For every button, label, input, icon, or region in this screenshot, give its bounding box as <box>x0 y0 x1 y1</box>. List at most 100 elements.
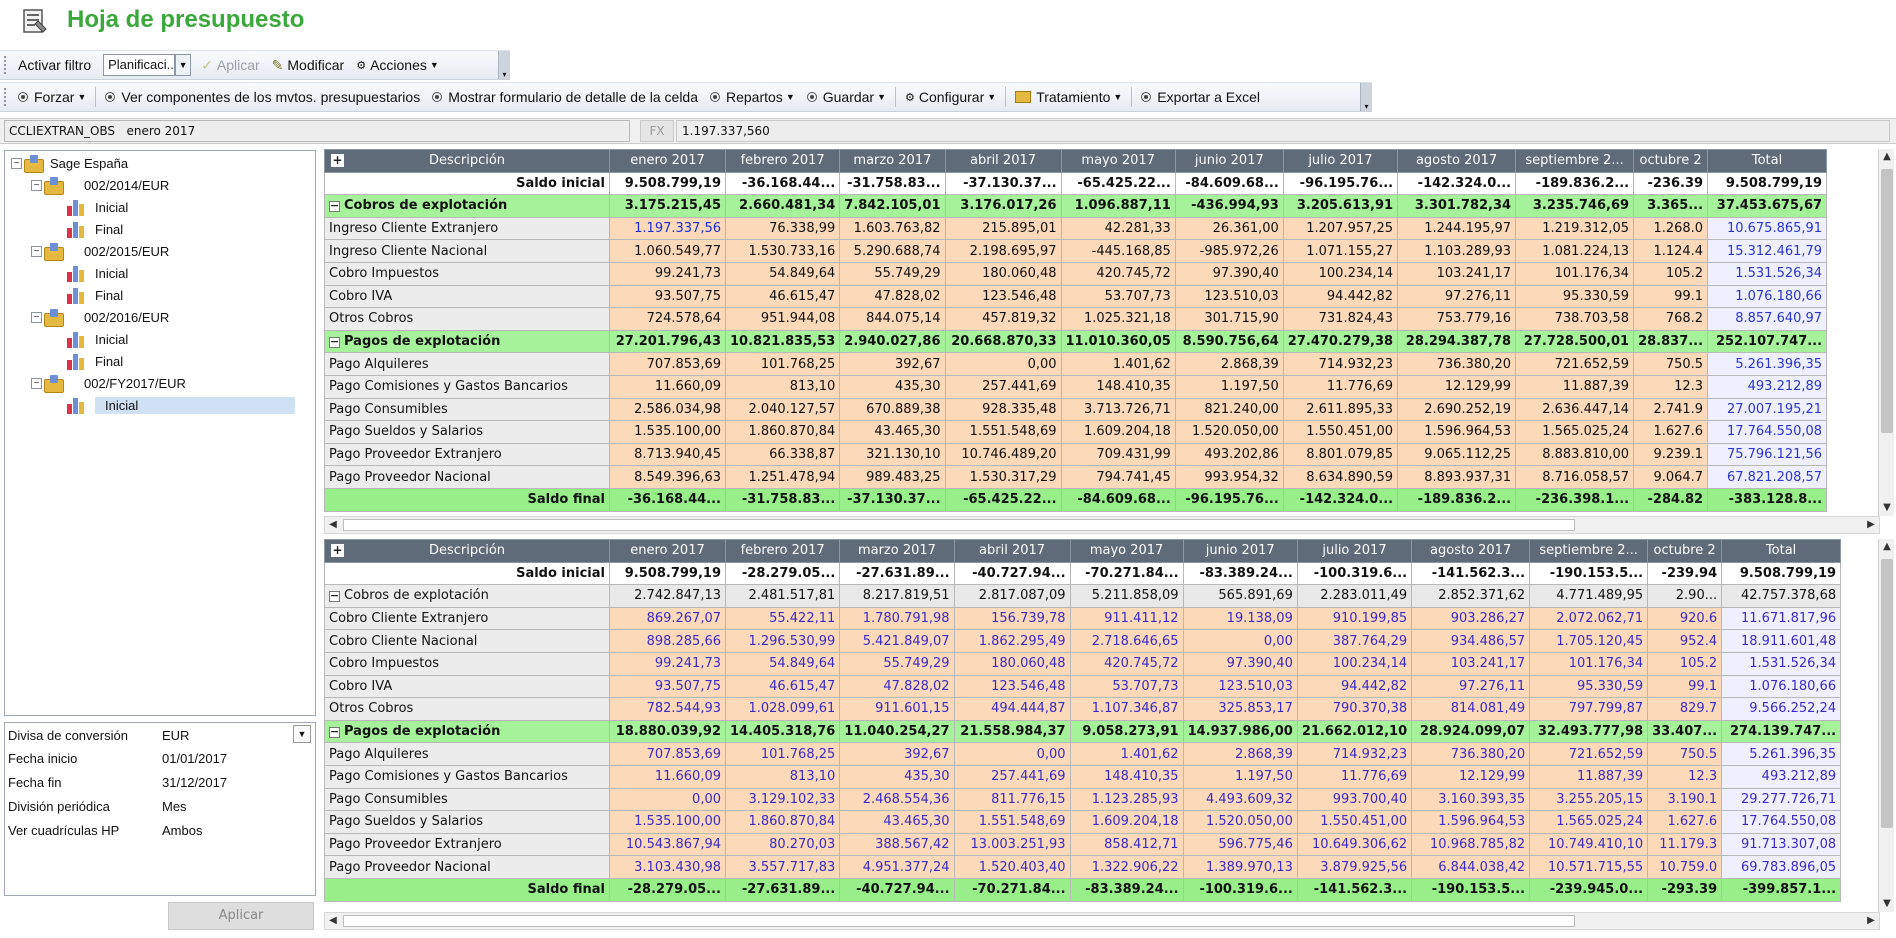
value-cell[interactable]: 105.2 <box>1633 261 1709 286</box>
value-cell[interactable]: -141.562.3... <box>1411 561 1531 586</box>
value-cell[interactable]: 989.483,25 <box>839 465 946 489</box>
value-cell[interactable]: 910.199,85 <box>1296 606 1413 631</box>
value-cell[interactable]: -189.836.2... <box>1515 171 1635 196</box>
value-cell[interactable]: 10.759.0 <box>1647 855 1723 879</box>
value-cell[interactable]: 813,10 <box>724 374 841 399</box>
row-label[interactable]: − Pagos de explotación <box>324 329 610 354</box>
collapse-icon[interactable]: − <box>31 311 42 323</box>
value-cell[interactable]: 3.103.430,98 <box>609 855 726 879</box>
value-cell[interactable]: 54.849,64 <box>724 261 841 286</box>
value-cell[interactable]: 821.240,00 <box>1174 397 1284 422</box>
horizontal-scrollbar[interactable]: ◀ ▶ <box>324 912 1880 930</box>
total-cell[interactable]: 9.508.799,19 <box>1721 561 1842 586</box>
value-cell[interactable]: 80.270,03 <box>724 832 841 857</box>
column-header-description[interactable]: + Descripción <box>324 539 610 563</box>
value-cell[interactable]: -445.168,85 <box>1060 239 1176 263</box>
value-cell[interactable]: 11.660,09 <box>609 374 726 399</box>
value-cell[interactable]: 903.286,27 <box>1411 606 1531 631</box>
fx-button[interactable]: FX <box>640 120 674 142</box>
value-cell[interactable]: 714.932,23 <box>1296 742 1413 766</box>
tree-leaf-2016-final[interactable]: Final <box>67 351 123 371</box>
total-cell[interactable]: 8.857.640,97 <box>1707 307 1828 331</box>
value-cell[interactable]: -141.562.3... <box>1296 877 1413 902</box>
value-cell[interactable]: 53.707,73 <box>1069 674 1184 699</box>
value-cell[interactable]: 829.7 <box>1647 697 1723 721</box>
value-cell[interactable]: -83.389.24... <box>1182 561 1298 586</box>
row-label[interactable]: Pago Comisiones y Gastos Bancarios <box>324 374 610 399</box>
value-cell[interactable]: 8.549.396,63 <box>609 465 726 489</box>
value-cell[interactable]: 12.3 <box>1647 764 1723 789</box>
value-cell[interactable]: 93.507,75 <box>609 674 726 699</box>
collapse-icon[interactable]: − <box>329 336 340 349</box>
column-header[interactable]: marzo 2017 <box>839 539 955 563</box>
value-cell[interactable]: 148.410,35 <box>1060 374 1176 399</box>
value-cell[interactable]: 0,00 <box>953 742 1071 766</box>
value-cell[interactable]: -985.972,26 <box>1174 239 1284 263</box>
value-cell[interactable]: -31.758.83... <box>724 487 841 512</box>
value-cell[interactable]: 180.060,48 <box>944 261 1062 286</box>
value-cell[interactable]: 388.567,42 <box>839 832 955 857</box>
value-cell[interactable]: 1.535.100,00 <box>609 420 726 444</box>
value-cell[interactable]: -239.94 <box>1647 561 1723 586</box>
value-cell[interactable]: -37.130.37... <box>944 171 1062 196</box>
value-cell[interactable]: 9.058.273,91 <box>1069 719 1184 744</box>
value-cell[interactable]: 257.441,69 <box>944 374 1062 399</box>
row-label[interactable]: − Pagos de explotación <box>324 719 610 744</box>
scroll-up-icon[interactable]: ▲ <box>1879 539 1895 555</box>
value-cell[interactable]: 1.520.050,00 <box>1182 810 1298 834</box>
value-cell[interactable]: 11.887,39 <box>1529 764 1649 789</box>
row-label[interactable]: Cobro IVA <box>324 284 610 309</box>
value-cell[interactable]: 911.411,12 <box>1069 606 1184 631</box>
value-cell[interactable]: 46.615,47 <box>724 674 841 699</box>
value-cell[interactable]: 3.365... <box>1633 194 1709 218</box>
scroll-right-icon[interactable]: ▶ <box>1863 517 1879 533</box>
row-label[interactable]: Otros Cobros <box>324 307 610 331</box>
value-cell[interactable]: 28.294.387,78 <box>1397 329 1517 354</box>
value-cell[interactable]: 2.198.695,97 <box>944 239 1062 263</box>
total-cell[interactable]: 75.796.121,56 <box>1707 442 1828 467</box>
property-row[interactable]: Divisa de conversión EUR <box>8 724 292 746</box>
chevron-down-icon[interactable]: ▼ <box>293 725 311 743</box>
value-cell[interactable]: 797.799,87 <box>1529 697 1649 721</box>
value-cell[interactable]: 858.412,71 <box>1069 832 1184 857</box>
value-cell[interactable]: 32.493.777,98 <box>1529 719 1649 744</box>
column-header[interactable]: septiembre 2... <box>1529 539 1649 563</box>
value-cell[interactable]: 8.590.756,64 <box>1174 329 1284 354</box>
column-header[interactable]: abril 2017 <box>944 149 1062 173</box>
apply-button[interactable]: Aplicar <box>168 902 314 930</box>
tree-leaf-2016-inicial[interactable]: Inicial <box>67 329 128 349</box>
value-cell[interactable]: 2.040.127,57 <box>724 397 841 422</box>
value-cell[interactable]: 565.891,69 <box>1182 584 1298 608</box>
property-value[interactable]: Mes <box>162 799 292 814</box>
value-cell[interactable]: 99.1 <box>1633 284 1709 309</box>
value-cell[interactable]: 301.715,90 <box>1174 307 1284 331</box>
value-cell[interactable]: 42.281,33 <box>1060 216 1176 241</box>
value-cell[interactable]: 10.649.306,62 <box>1296 832 1413 857</box>
value-cell[interactable]: 1.219.312,05 <box>1515 216 1635 241</box>
value-cell[interactable]: 9.065.112,25 <box>1397 442 1517 467</box>
value-cell[interactable]: 11.010.360,05 <box>1060 329 1176 354</box>
value-cell[interactable]: 10.749.410,10 <box>1529 832 1649 857</box>
value-cell[interactable]: 99.1 <box>1647 674 1723 699</box>
value-cell[interactable]: 46.615,47 <box>724 284 841 309</box>
value-cell[interactable]: 8.716.058,57 <box>1515 465 1635 489</box>
value-cell[interactable]: -142.324.0... <box>1282 487 1399 512</box>
column-header[interactable]: agosto 2017 <box>1397 149 1517 173</box>
tree-leaf-2015-final[interactable]: Final <box>67 285 123 305</box>
value-cell[interactable]: 2.868,39 <box>1182 742 1298 766</box>
value-cell[interactable]: 0,00 <box>944 352 1062 376</box>
row-label[interactable]: Saldo inicial <box>324 561 610 586</box>
value-cell[interactable]: -70.271.84... <box>1069 561 1184 586</box>
value-cell[interactable]: 709.431,99 <box>1060 442 1176 467</box>
value-cell[interactable]: 97.390,40 <box>1182 651 1298 676</box>
value-cell[interactable]: 1.609.204,18 <box>1069 810 1184 834</box>
value-cell[interactable]: 14.937.986,00 <box>1182 719 1298 744</box>
row-label[interactable]: − Cobros de explotación <box>324 584 610 608</box>
value-cell[interactable]: -37.130.37... <box>839 487 946 512</box>
value-cell[interactable]: 844.075,14 <box>839 307 946 331</box>
actions-menu[interactable]: ⚙ Acciones ▼ <box>350 53 445 77</box>
property-row[interactable]: Fecha inicio 01/01/2017 <box>8 747 292 769</box>
value-cell[interactable]: 782.544,93 <box>609 697 726 721</box>
toolbar-grip[interactable] <box>4 88 8 106</box>
value-cell[interactable]: 1.862.295,49 <box>953 629 1071 653</box>
